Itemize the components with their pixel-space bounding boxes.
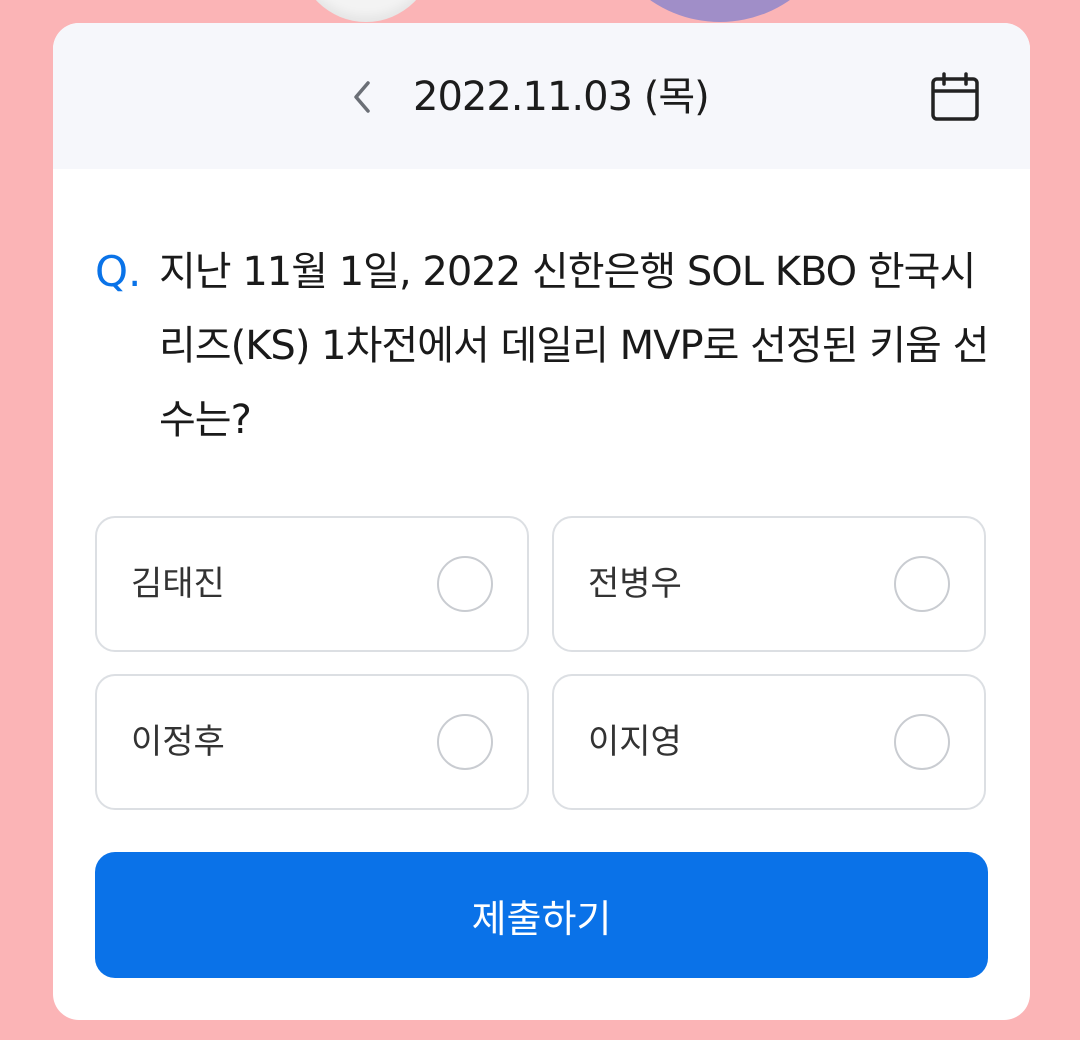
submit-button[interactable]: 제출하기: [95, 852, 988, 978]
answer-option-label: 김태진: [131, 564, 225, 604]
quiz-screen: 2022.11.03 (목) Q. 지난 11월 1일, 2022 신한은행 S…: [0, 0, 1080, 1040]
radio-button[interactable]: [437, 714, 493, 770]
current-date: 2022.11.03 (목): [413, 74, 710, 120]
question-text: 지난 11월 1일, 2022 신한은행 SOL KBO 한국시리즈(KS) 1…: [159, 249, 989, 443]
radio-button[interactable]: [437, 556, 493, 612]
answer-option-1[interactable]: 김태진: [95, 516, 529, 652]
answer-option-2[interactable]: 전병우: [552, 516, 986, 652]
answer-option-4[interactable]: 이지영: [552, 674, 986, 810]
previous-date-button[interactable]: [343, 75, 381, 119]
question-marker: Q.: [95, 247, 142, 296]
calendar-icon: [931, 72, 979, 121]
date-navigation-bar: 2022.11.03 (목): [53, 23, 1030, 169]
purple-character-illustration: [598, 0, 842, 22]
rabbit-character-illustration: [298, 0, 434, 22]
answer-option-label: 이정후: [131, 722, 225, 762]
answer-option-label: 이지영: [588, 722, 682, 762]
chevron-left-icon: [354, 81, 370, 113]
answer-option-label: 전병우: [588, 564, 682, 604]
answer-option-3[interactable]: 이정후: [95, 674, 529, 810]
radio-button[interactable]: [894, 556, 950, 612]
radio-button[interactable]: [894, 714, 950, 770]
calendar-button[interactable]: [927, 69, 983, 125]
quiz-card: 2022.11.03 (목) Q. 지난 11월 1일, 2022 신한은행 S…: [53, 23, 1030, 1020]
